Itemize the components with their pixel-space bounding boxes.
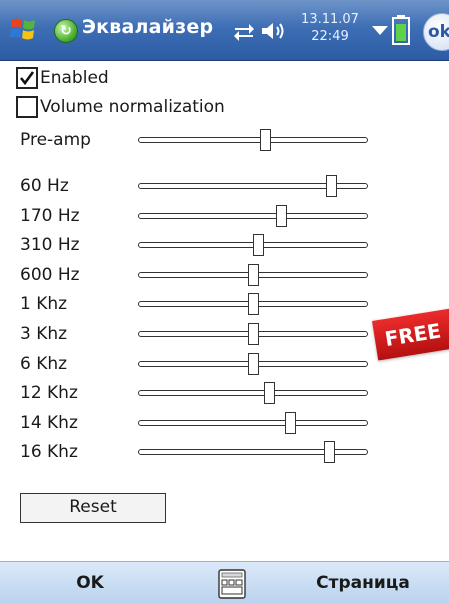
volume-normalization-checkbox[interactable] (16, 96, 38, 118)
equalizer-screen: ↻ Эквалайзер 13.11.07 22:49 ok Enabled V… (0, 0, 449, 604)
clock[interactable]: 13.11.07 22:49 (294, 11, 366, 45)
volume-normalization-label: Volume normalization (40, 97, 225, 117)
volume-normalization-checkbox-row[interactable]: Volume normalization (16, 93, 225, 121)
page-softkey[interactable]: Страница (298, 562, 428, 604)
band-slider[interactable] (138, 205, 368, 227)
clock-date: 13.11.07 (301, 12, 359, 27)
band-label: 310 Hz (20, 235, 80, 255)
enabled-checkbox[interactable] (16, 67, 38, 89)
tray-arrow-icon[interactable] (372, 26, 388, 35)
slider-thumb[interactable] (276, 205, 287, 227)
enabled-checkbox-row[interactable]: Enabled (16, 64, 109, 92)
ok-button[interactable]: ok (423, 13, 449, 51)
band-slider[interactable] (138, 175, 368, 197)
band-label: 1 Khz (20, 294, 68, 314)
slider-thumb[interactable] (326, 175, 337, 197)
slider-thumb[interactable] (260, 129, 271, 151)
equalizer-panel: Enabled Volume normalization Pre-amp 60 … (0, 61, 449, 561)
band-label: 14 Khz (20, 413, 78, 433)
slider-thumb[interactable] (285, 412, 296, 434)
slider-thumb[interactable] (248, 353, 259, 375)
checkmark-icon (19, 71, 35, 86)
title-bar: ↻ Эквалайзер 13.11.07 22:49 ok (0, 0, 449, 61)
preamp-slider[interactable] (138, 129, 368, 151)
slider-track (138, 137, 368, 143)
connectivity-icon[interactable] (232, 20, 256, 42)
band-label: 170 Hz (20, 206, 80, 226)
slider-thumb[interactable] (248, 323, 259, 345)
clock-time: 22:49 (311, 29, 349, 44)
slider-thumb[interactable] (264, 382, 275, 404)
band-label: 60 Hz (20, 176, 69, 196)
windows-logo-icon[interactable] (8, 13, 40, 45)
band-label: 3 Khz (20, 324, 68, 344)
slider-track (138, 420, 368, 426)
band-slider[interactable] (138, 412, 368, 434)
band-slider[interactable] (138, 353, 368, 375)
app-title: Эквалайзер (82, 16, 214, 38)
band-slider[interactable] (138, 234, 368, 256)
slider-thumb[interactable] (324, 441, 335, 463)
band-label: 6 Khz (20, 354, 68, 374)
equalizer-app-icon: ↻ (54, 19, 78, 43)
ok-softkey[interactable]: OK (40, 562, 140, 604)
band-slider[interactable] (138, 264, 368, 286)
band-label: 600 Hz (20, 265, 80, 285)
slider-track (138, 213, 368, 219)
band-label: 16 Khz (20, 442, 78, 462)
band-label: 12 Khz (20, 383, 78, 403)
slider-thumb[interactable] (253, 234, 264, 256)
volume-icon[interactable] (260, 20, 286, 42)
band-slider[interactable] (138, 441, 368, 463)
softkey-bar: OK Страница (0, 561, 449, 604)
slider-track (138, 390, 368, 396)
battery-icon[interactable] (390, 14, 412, 46)
preamp-label: Pre-amp (20, 130, 91, 150)
reset-button[interactable]: Reset (20, 493, 166, 523)
keyboard-icon[interactable] (218, 569, 246, 599)
slider-thumb[interactable] (248, 293, 259, 315)
band-slider[interactable] (138, 323, 368, 345)
enabled-label: Enabled (40, 68, 109, 88)
slider-thumb[interactable] (248, 264, 259, 286)
band-slider[interactable] (138, 382, 368, 404)
band-slider[interactable] (138, 293, 368, 315)
